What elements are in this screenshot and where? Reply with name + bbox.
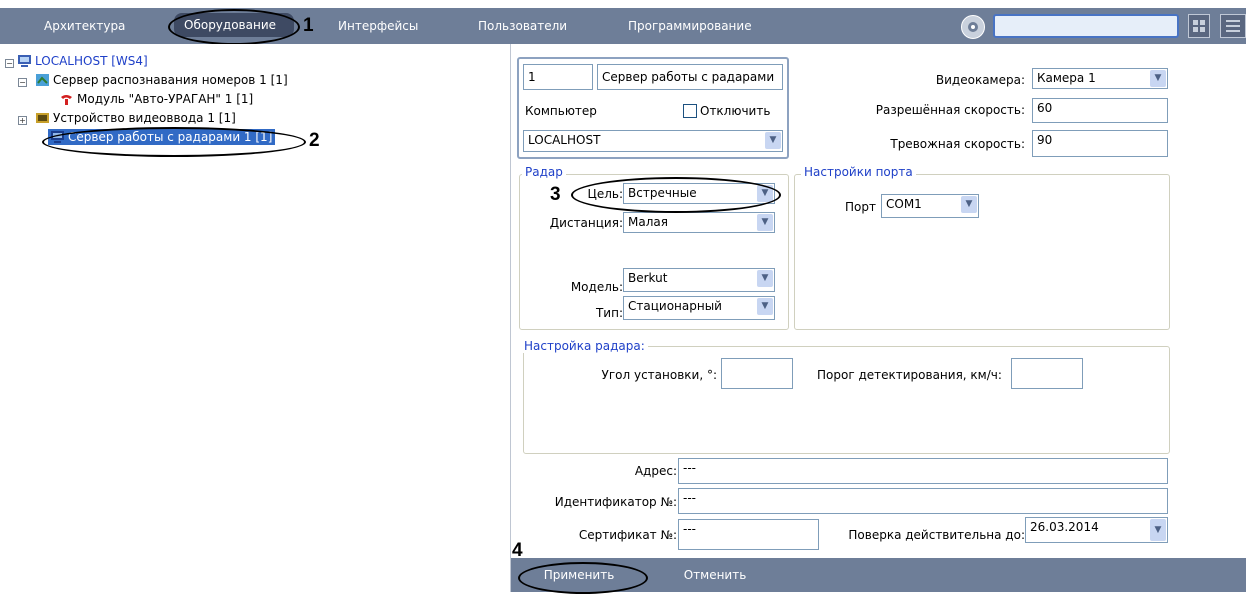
type-value: Стационарный [628, 299, 722, 313]
tree-item-label: Устройство видеоввода 1 [1] [53, 111, 236, 125]
top-cutoff-strip [0, 0, 1246, 8]
port-value: COM1 [886, 197, 922, 211]
tree-collapse-icon[interactable]: − [5, 59, 14, 68]
distance-select[interactable]: Малая ▼ [623, 212, 775, 233]
callout-2: 2 [309, 130, 320, 151]
video-camera-label: Видеокамера: [935, 73, 1025, 87]
verification-label: Поверка действительна до: [848, 528, 1025, 542]
tree-item-plate-server[interactable]: Сервер распознавания номеров 1 [1] [36, 73, 288, 87]
verification-date-value: 26.03.2014 [1030, 520, 1099, 534]
type-select[interactable]: Стационарный ▼ [623, 296, 775, 320]
highlight-ring-apply [518, 562, 648, 594]
certificate-label: Сертификат №: [578, 528, 677, 542]
chevron-down-icon[interactable]: ▼ [765, 132, 781, 149]
port-label: Порт [845, 200, 876, 214]
angle-label: Угол установки, °: [601, 368, 717, 382]
distance-label: Дистанция: [549, 216, 623, 230]
tree-item-localhost[interactable]: LOCALHOST [WS4] [18, 54, 148, 68]
allowed-speed-field[interactable]: 60 [1032, 98, 1168, 123]
settings-panel: 1 Сервер работы с радарами Компьютер Отк… [511, 44, 1246, 592]
object-id-field[interactable]: 1 [523, 64, 593, 90]
port-settings-title: Настройки порта [801, 165, 916, 179]
plate-server-icon [36, 74, 49, 86]
video-device-icon [36, 112, 49, 124]
port-settings-group [794, 174, 1170, 330]
highlight-ring-target [571, 177, 781, 213]
model-select[interactable]: Berkut ▼ [623, 268, 775, 292]
video-camera-select[interactable]: Камера 1 ▼ [1032, 68, 1168, 89]
chevron-down-icon[interactable]: ▼ [757, 214, 773, 231]
tree-item-label: Модуль "Авто-УРАГАН" 1 [1] [77, 92, 254, 106]
callout-3: 3 [550, 184, 561, 205]
radar-group-title: Радар [522, 165, 566, 179]
menu-list-icon[interactable] [1220, 14, 1246, 38]
menu-item-interfaces[interactable]: Интерфейсы [338, 19, 418, 33]
video-camera-value: Камера 1 [1037, 71, 1096, 85]
tree-item-label: LOCALHOST [WS4] [35, 54, 148, 68]
address-label: Адрес: [634, 464, 677, 478]
tree-item-label: Сервер распознавания номеров 1 [1] [53, 73, 288, 87]
object-name-field[interactable]: Сервер работы с радарами [597, 64, 783, 90]
callout-4: 4 [512, 540, 523, 561]
alarm-speed-label: Тревожная скорость: [890, 137, 1025, 151]
menu-item-programming[interactable]: Программирование [628, 19, 752, 33]
threshold-label: Порог детектирования, км/ч: [817, 368, 1002, 382]
highlight-ring-radar-server [42, 127, 306, 157]
identifier-label: Идентификатор №: [554, 495, 677, 509]
radar-setup-title: Настройка радара: [521, 339, 648, 353]
settings-gear-icon[interactable] [961, 15, 985, 39]
menu-item-users[interactable]: Пользователи [478, 19, 567, 33]
distance-value: Малая [628, 215, 668, 229]
computer-icon [18, 55, 31, 67]
disable-label: Отключить [700, 104, 771, 118]
tree-expand-icon[interactable]: + [18, 116, 27, 125]
hardware-tree: − LOCALHOST [WS4] − Сервер распознавания… [0, 44, 511, 592]
computer-label: Компьютер [525, 104, 597, 118]
chevron-down-icon[interactable]: ▼ [1150, 519, 1166, 541]
angle-field[interactable] [721, 358, 793, 389]
tree-item-module[interactable]: Модуль "Авто-УРАГАН" 1 [1] [60, 92, 253, 106]
verification-date-select[interactable]: 26.03.2014 ▼ [1025, 517, 1168, 543]
allowed-speed-label: Разрешённая скорость: [875, 103, 1025, 117]
highlight-ring-equipment [168, 9, 300, 45]
address-field[interactable]: --- [678, 458, 1168, 484]
layout-grid-icon[interactable] [1188, 14, 1210, 38]
search-input[interactable] [993, 14, 1179, 38]
identifier-field[interactable]: --- [678, 488, 1168, 514]
threshold-field[interactable] [1011, 358, 1083, 389]
menu-item-architecture[interactable]: Архитектура [44, 19, 125, 33]
tree-collapse-icon[interactable]: − [18, 78, 27, 87]
cancel-button[interactable]: Отменить [659, 563, 771, 588]
model-value: Berkut [628, 271, 668, 285]
computer-select-value: LOCALHOST [528, 133, 601, 147]
chevron-down-icon[interactable]: ▼ [757, 270, 773, 287]
port-select[interactable]: COM1 ▼ [881, 194, 979, 218]
chevron-down-icon[interactable]: ▼ [1150, 70, 1166, 87]
callout-1: 1 [303, 15, 314, 36]
computer-select[interactable]: LOCALHOST ▼ [523, 130, 783, 152]
chevron-down-icon[interactable]: ▼ [757, 298, 773, 315]
type-label: Тип: [595, 306, 623, 320]
model-label: Модель: [570, 280, 623, 294]
disable-checkbox[interactable] [683, 104, 697, 118]
chevron-down-icon[interactable]: ▼ [961, 196, 977, 213]
tree-item-video-device[interactable]: Устройство видеоввода 1 [1] [36, 111, 236, 125]
module-icon [60, 93, 73, 105]
alarm-speed-field[interactable]: 90 [1032, 130, 1168, 157]
certificate-field[interactable]: --- [678, 519, 819, 550]
